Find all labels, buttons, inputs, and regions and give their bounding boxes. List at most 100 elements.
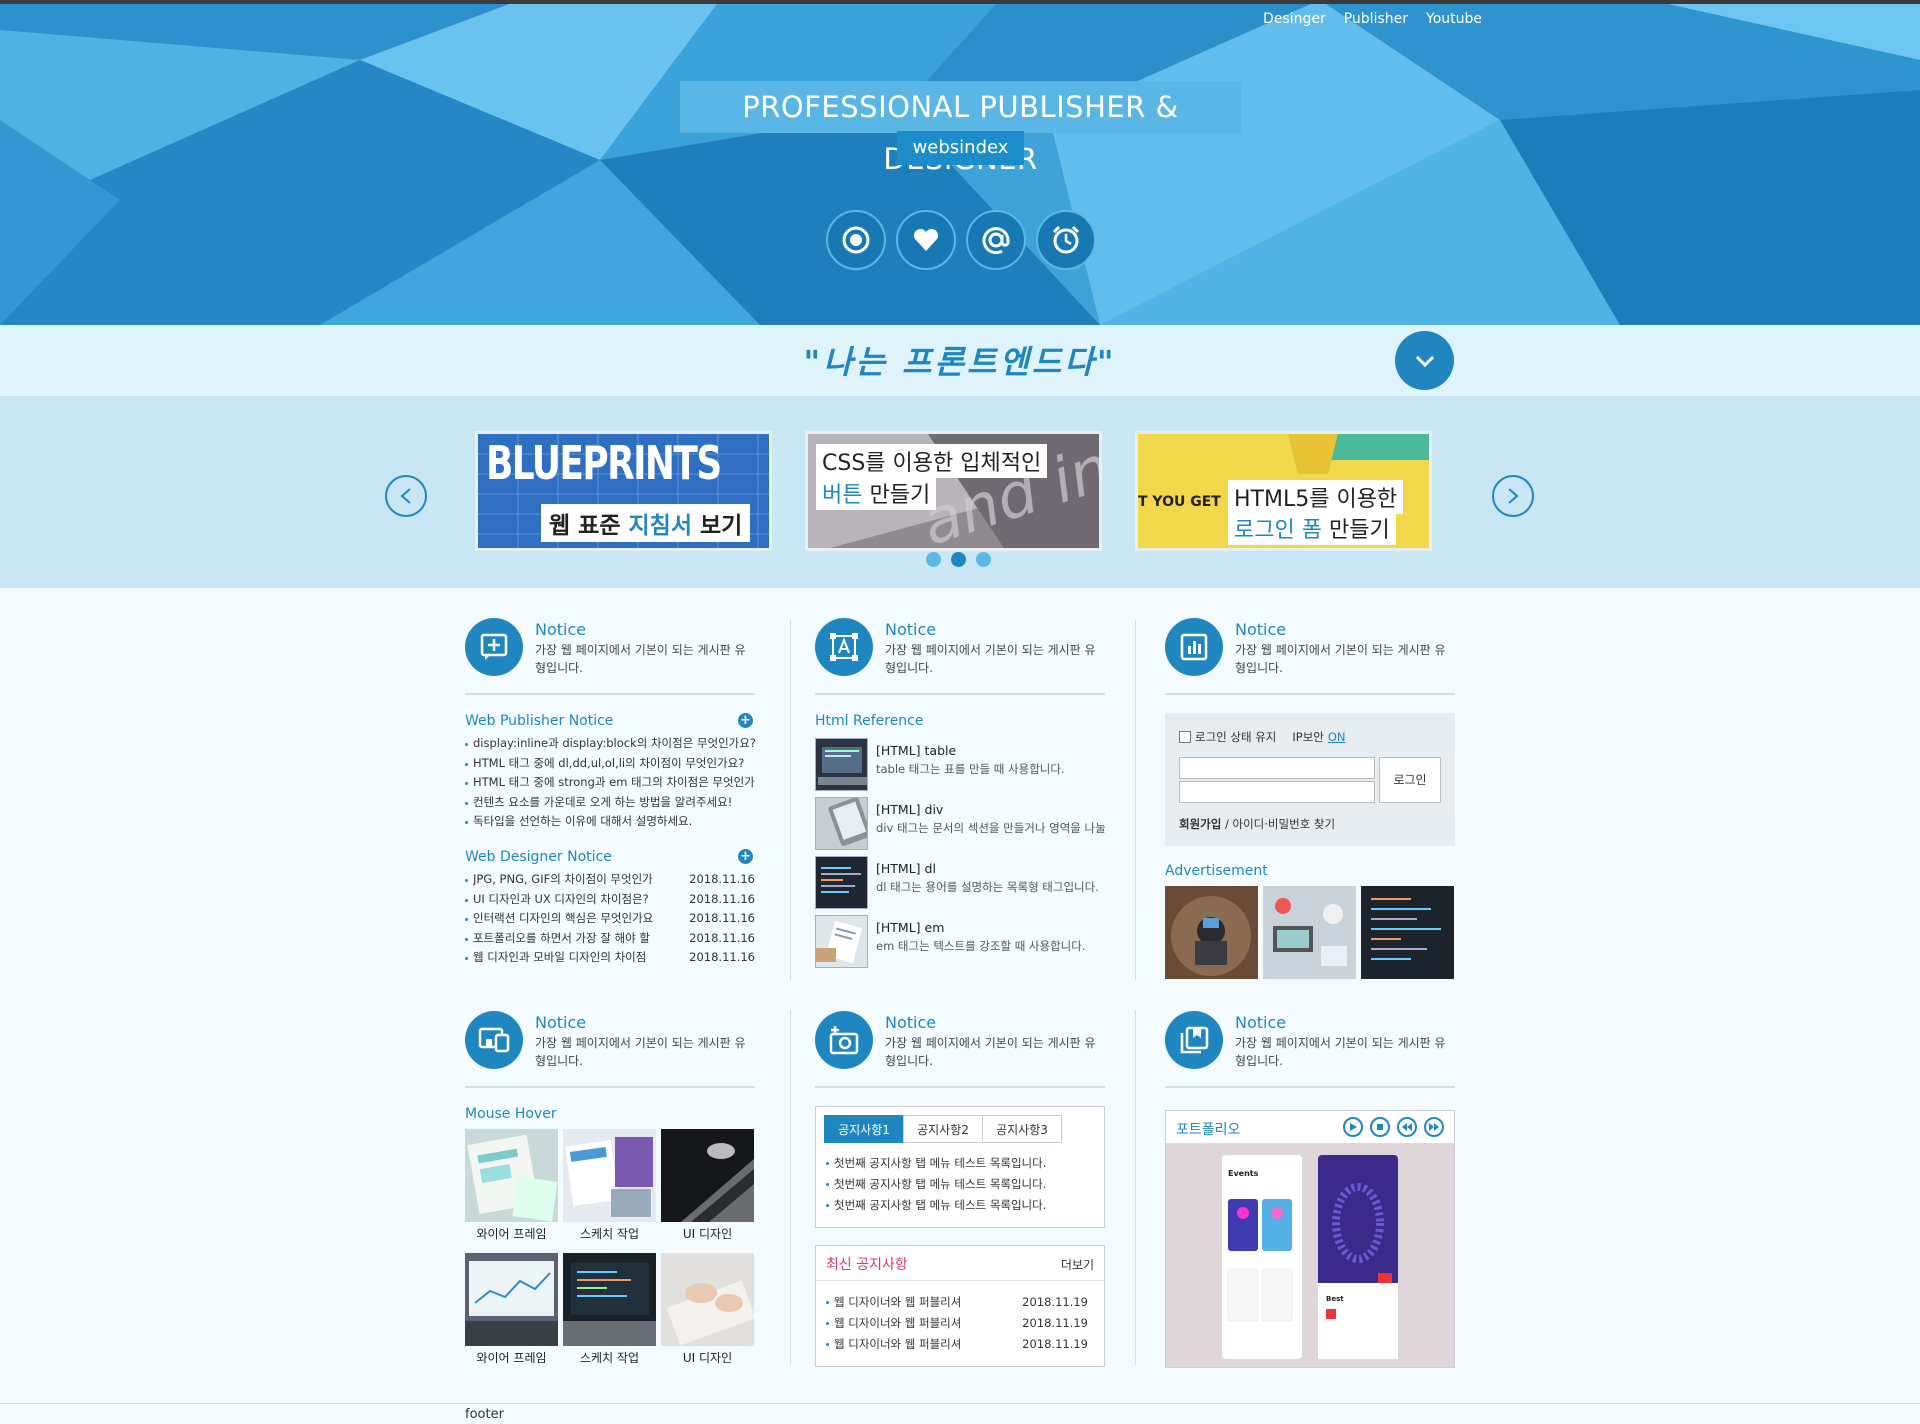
latest-notice-title: 최신 공지사항 [826,1257,908,1273]
list-item[interactable]: 컨텐츠 요소를 가운데로 오게 하는 방법을 알려주세요! [465,793,755,813]
scroll-down-button[interactable] [1395,331,1454,390]
tab-notice-2[interactable]: 공지사항2 [903,1115,983,1143]
password-input[interactable] [1179,781,1375,803]
slide-3-small-text: T YOU GET [1138,494,1221,510]
signup-link[interactable]: 회원가입 [1179,817,1221,831]
nav-youtube-link[interactable]: Youtube [1426,11,1482,27]
latest-notice-box: 최신 공지사항 더보기 웹 디자이너와 웹 퍼블리셔 2018.11.19 웹 디… [815,1245,1105,1367]
slider-dot[interactable] [926,552,941,567]
next-icon[interactable] [1424,1117,1444,1137]
reference-desc: table 태그는 표를 만들 때 사용합니다. [876,762,1065,776]
column-divider [1135,1010,1136,1365]
slide-2-line1: CSS를 이용한 입체적인 [816,444,1048,478]
slide-html5-login[interactable]: T YOU GET HTML5를 이용한 로그인 폼 만들기 [1135,431,1432,551]
html-reference-title[interactable]: Html Reference [815,713,924,729]
gallery-image[interactable] [563,1253,656,1346]
gallery-caption: UI 디자인 [682,1351,733,1365]
divider [816,1280,1104,1281]
more-link[interactable]: 더보기 [1061,1256,1094,1273]
list-item[interactable]: 첫번째 공지사항 탭 메뉴 테스트 목록입니다. [826,1174,1088,1195]
portfolio-image[interactable]: Events Best [1166,1143,1454,1367]
ip-security-label: IP보안 [1292,730,1324,744]
reference-thumbnail [815,797,868,850]
column-divider [790,1010,791,1365]
list-item[interactable]: 웹 디자이너와 웹 퍼블리셔 2018.11.19 [826,1292,1088,1313]
reference-item[interactable]: [HTML] div div 태그는 문서의 섹션을 만들거나 영역을 나눌 때… [815,797,1105,851]
list-item[interactable]: 웹 디자이너와 웹 퍼블리셔 2018.11.19 [826,1313,1088,1334]
list-item[interactable]: 웹 디자이너와 웹 퍼블리셔 2018.11.19 [826,1334,1088,1355]
designer-notice-title[interactable]: Web Designer Notice [465,849,612,865]
alarm-icon[interactable] [1036,210,1096,270]
list-item[interactable]: UI 디자인과 UX 디자인의 차이점은? 2018.11.16 [465,890,755,910]
list-item[interactable]: 포트폴리오를 하면서 가장 잘 해야 할 점 2018.11.16 [465,929,755,949]
ip-security-on-link[interactable]: ON [1328,730,1346,744]
record-icon[interactable] [826,210,886,270]
slide-blueprints[interactable]: BLUEPRINTS 웹 표준 지침서 보기 [475,431,772,551]
slider-dot[interactable] [976,552,991,567]
notice-title: Notice [885,620,937,639]
reference-title: [HTML] dl [876,861,936,876]
list-item[interactable]: HTML 태그 중에 dl,dd,ul,ol,li의 차이점이 무엇인가요? [465,754,755,774]
reference-title: [HTML] em [876,920,945,935]
reference-desc: dl 태그는 용어를 설명하는 목록형 태그입니다. [876,880,1099,894]
ad-image[interactable] [1361,886,1454,979]
portfolio-title: 포트폴리오 [1176,1122,1241,1138]
portfolio-box: 포트폴리오 Events Best [1165,1110,1455,1368]
more-plus-icon[interactable]: + [738,713,753,728]
heart-icon[interactable] [896,210,956,270]
nav-publisher-link[interactable]: Publisher [1344,11,1408,27]
gallery-image[interactable] [661,1253,754,1346]
chevron-right-icon [1508,488,1519,504]
slider-next-button[interactable] [1492,475,1534,517]
slide-1-caption: 웹 표준 지침서 보기 [541,504,751,542]
play-icon[interactable] [1343,1117,1363,1137]
notice-title: Notice [535,1013,587,1032]
gallery-image[interactable] [661,1129,754,1222]
divider [465,1086,755,1088]
nav-designer-link[interactable]: Desinger [1263,11,1326,27]
column-divider [790,620,791,980]
slider-dot-active[interactable] [951,552,966,567]
publisher-notice-title[interactable]: Web Publisher Notice [465,713,613,729]
ad-image[interactable] [1165,886,1258,979]
bar-chart-icon [1165,618,1223,676]
reference-item[interactable]: [HTML] table table 태그는 표를 만들 때 사용합니다. [815,738,1105,792]
user-id-input[interactable] [1179,757,1375,779]
list-item[interactable]: 인터랙션 디자인의 핵심은 무엇인가요? 2018.11.16 [465,909,755,929]
prev-icon[interactable] [1397,1117,1417,1137]
keep-login-checkbox[interactable] [1179,731,1191,743]
tab-notice-list: 첫번째 공지사항 탭 메뉴 테스트 목록입니다. 첫번째 공지사항 탭 메뉴 테… [826,1153,1088,1216]
slide-2-line2: 버튼 만들기 [816,476,937,510]
gallery-image[interactable] [465,1129,558,1222]
slide-css-button[interactable]: and inte CSS를 이용한 입체적인 버튼 만들기 [805,431,1102,551]
chevron-left-icon [400,488,411,504]
login-box: 로그인 상태 유지 IP보안 ON 로그인 회원가입 / 아이디·비밀번호 찾기 [1165,713,1455,846]
list-item[interactable]: 첫번째 공지사항 탭 메뉴 테스트 목록입니다. [826,1153,1088,1174]
list-item[interactable]: 독타입을 선언하는 이유에 대해서 설명하세요. [465,812,755,832]
list-item[interactable]: HTML 태그 중에 strong과 em 태그의 차이점은 무엇인가요? [465,773,755,793]
tab-notice-3[interactable]: 공지사항3 [982,1115,1062,1143]
list-item[interactable]: JPG, PNG, GIF의 차이점이 무엇인가요? 2018.11.16 [465,870,755,890]
reference-item[interactable]: [HTML] em em 태그는 텍스트를 강조할 때 사용합니다. [815,915,1105,969]
hero-header: Desinger Publisher Youtube PROFESSIONAL … [0,0,1920,325]
reference-item[interactable]: [HTML] dl dl 태그는 용어를 설명하는 목록형 태그입니다. [815,856,1105,910]
list-item[interactable]: display:inline과 display:block의 차이점은 무엇인가… [465,734,755,754]
ad-image[interactable] [1263,886,1356,979]
tab-notice-1[interactable]: 공지사항1 [824,1115,904,1143]
at-icon[interactable] [966,210,1026,270]
login-button[interactable]: 로그인 [1379,757,1441,803]
notice-header: Notice 가장 웹 페이지에서 기본이 되는 게시판 유형입니다. [465,618,755,678]
find-account-link[interactable]: / 아이디·비밀번호 찾기 [1221,817,1335,831]
stop-icon[interactable] [1370,1117,1390,1137]
html-reference-column: Notice 가장 웹 페이지에서 기본이 되는 게시판 유형입니다. Html… [815,618,1105,978]
notice-header: Notice 가장 웹 페이지에서 기본이 되는 게시판 유형입니다. [1165,618,1455,678]
latest-notice-list: 웹 디자이너와 웹 퍼블리셔 2018.11.19 웹 디자이너와 웹 퍼블리셔 2… [826,1292,1088,1355]
gallery-image[interactable] [563,1129,656,1222]
list-item[interactable]: 첫번째 공지사항 탭 메뉴 테스트 목록입니다. [826,1195,1088,1216]
notice-title: Notice [1235,620,1287,639]
more-plus-icon[interactable]: + [738,849,753,864]
slider-prev-button[interactable] [385,475,427,517]
hero-subtitle: websindex [897,131,1024,165]
gallery-image[interactable] [465,1253,558,1346]
list-item[interactable]: 웹 디자인과 모바일 디자인의 차이점 2018.11.16 [465,948,755,968]
